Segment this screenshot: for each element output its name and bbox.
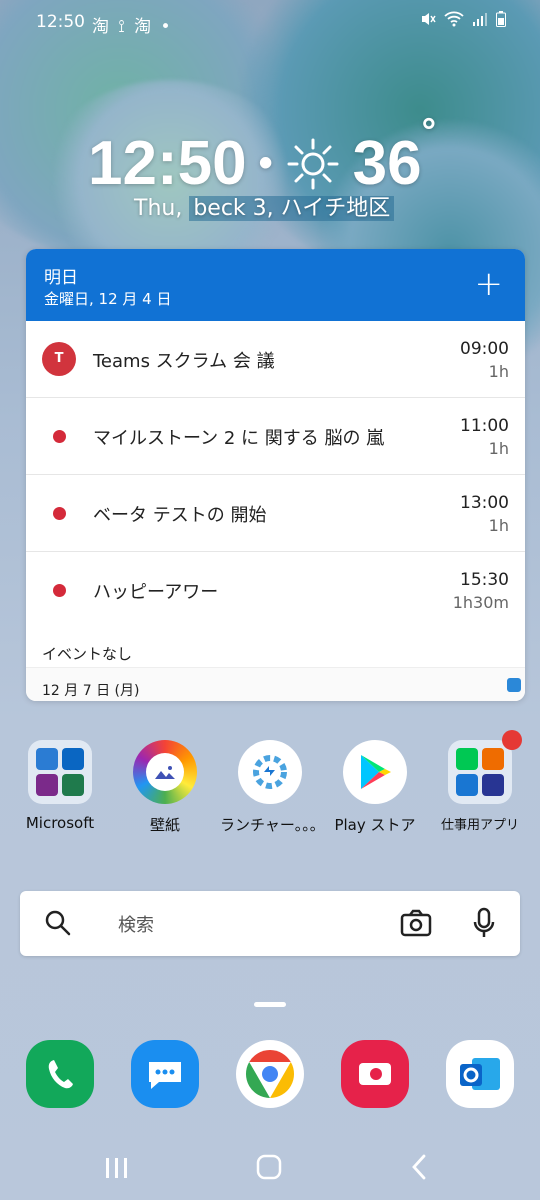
- recent-apps-button[interactable]: [104, 1154, 130, 1187]
- calendar-event[interactable]: ベータ テストの 開始 13:00 1h: [26, 475, 525, 552]
- notification-icons: 淘 ⟟ 淘 •: [92, 17, 173, 37]
- app-row: Microsoft 壁紙 ランチャー。。。 Play ストア 仕事用アプリ: [0, 730, 540, 840]
- plus-icon[interactable]: +: [475, 267, 504, 301]
- search-bar[interactable]: 検索: [20, 891, 520, 956]
- sun-icon: [287, 138, 339, 189]
- app-wallpaper[interactable]: 壁紙: [115, 740, 215, 835]
- event-duration: 1h: [488, 439, 509, 458]
- calendar-day-title: 明日: [44, 268, 78, 288]
- temperature: 36°: [352, 110, 436, 198]
- event-duration: 1h: [488, 362, 509, 381]
- event-time: 15:30: [460, 570, 509, 590]
- calendar-event[interactable]: ハッピーアワー 15:30 1h30m: [26, 552, 525, 629]
- event-time: 09:00: [460, 339, 509, 359]
- search-icon: [44, 909, 72, 941]
- date-location: Thu, beck 3, ハイチ地区: [134, 190, 395, 222]
- clock-time: 12:50: [88, 129, 247, 198]
- wifi-icon: [444, 11, 464, 32]
- event-time: 11:00: [460, 416, 509, 436]
- app-work-folder[interactable]: 仕事用アプリ: [430, 730, 530, 833]
- status-bar: 12:50 淘 ⟟ 淘 •: [0, 0, 540, 44]
- messages-icon[interactable]: [131, 1040, 199, 1108]
- back-button[interactable]: [410, 1154, 428, 1187]
- no-events-label: イベントなし: [42, 645, 133, 663]
- folder-icon: [448, 730, 522, 804]
- app-label: Microsoft: [25, 814, 95, 832]
- event-title: マイルストーン 2 に 関する 脳の 嵐: [93, 428, 385, 449]
- app-label: Play ストア: [334, 816, 416, 834]
- calendar-event[interactable]: T Teams スクラム 会 議 09:00 1h: [26, 321, 525, 398]
- event-dot-icon: [53, 507, 66, 520]
- event-dot-icon: [53, 584, 66, 597]
- lock-clock: 12:50 • 36°: [88, 110, 436, 199]
- home-button[interactable]: [256, 1154, 282, 1187]
- launcher-icon: [238, 740, 302, 804]
- app-label: 壁紙: [149, 816, 180, 834]
- dock: [0, 1040, 540, 1110]
- calendar-header[interactable]: 明日 金曜日, 12 月 4 日 +: [26, 249, 525, 321]
- phone-icon[interactable]: [26, 1040, 94, 1108]
- event-dot-icon: [53, 430, 66, 443]
- app-microsoft-folder[interactable]: Microsoft: [10, 740, 110, 832]
- event-title: ベータ テストの 開始: [93, 505, 267, 526]
- folder-icon: [28, 740, 92, 804]
- event-title: ハッピーアワー: [93, 582, 219, 603]
- clock-separator: •: [258, 141, 273, 185]
- calendar-widget[interactable]: 明日 金曜日, 12 月 4 日 + T Teams スクラム 会 議 09:0…: [26, 249, 525, 701]
- gallery-icon: [133, 740, 197, 804]
- chrome-icon[interactable]: [236, 1040, 304, 1108]
- next-day-date: 12 月 7 日 (月): [42, 683, 140, 699]
- app-label: 仕事用アプリ: [440, 818, 519, 833]
- app-drawer-handle[interactable]: [254, 1002, 286, 1007]
- event-title: Teams スクラム 会 議: [93, 351, 275, 372]
- outlook-icon[interactable]: [446, 1040, 514, 1108]
- event-duration: 1h: [488, 516, 509, 535]
- microphone-icon[interactable]: [472, 907, 496, 943]
- mute-icon: [420, 11, 436, 32]
- status-time: 12:50: [36, 12, 85, 32]
- notification-badge: [502, 730, 522, 750]
- play-store-icon: [343, 740, 407, 804]
- event-time: 13:00: [460, 493, 509, 513]
- camera-icon[interactable]: [400, 908, 432, 942]
- calendar-event[interactable]: マイルストーン 2 に 関する 脳の 嵐 11:00 1h: [26, 398, 525, 475]
- app-launcher[interactable]: ランチャー。。。: [220, 740, 325, 835]
- event-duration: 1h30m: [452, 593, 509, 612]
- work-badge-icon: [507, 678, 521, 692]
- app-play-store[interactable]: Play ストア: [325, 740, 425, 835]
- app-label: ランチャー。。。: [220, 816, 325, 834]
- search-input[interactable]: 検索: [118, 911, 154, 937]
- navigation-bar: [0, 1140, 540, 1200]
- next-day-row[interactable]: 12 月 7 日 (月): [26, 667, 525, 701]
- teams-icon: T: [42, 342, 76, 376]
- battery-icon: [496, 11, 506, 32]
- calendar-date: 金曜日, 12 月 4 日: [44, 290, 172, 308]
- camera-app-icon[interactable]: [341, 1040, 409, 1108]
- signal-icon: [472, 11, 488, 32]
